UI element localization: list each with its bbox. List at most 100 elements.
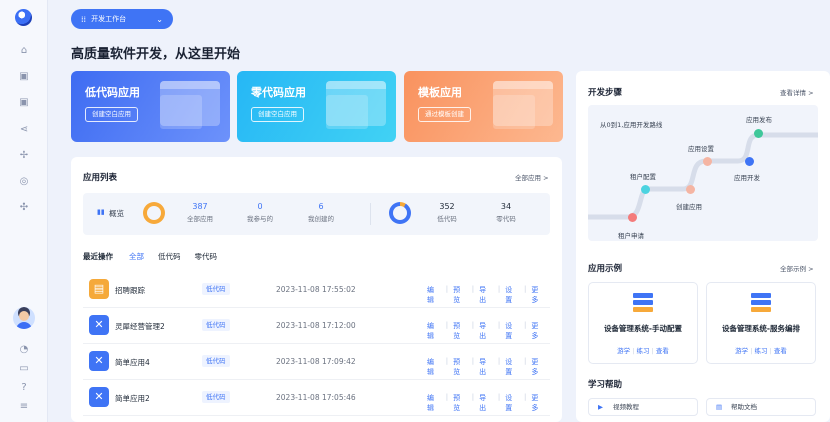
collapse-icon[interactable]: ≡ [18, 401, 30, 413]
video-tutorial-link[interactable]: ▶ 视频教程 [588, 398, 698, 416]
type-tag: 低代码 [202, 391, 230, 403]
card-title: 模板应用 [418, 86, 462, 99]
settings-link[interactable]: 设置 [505, 357, 518, 377]
overview-label: 概览 [109, 209, 124, 218]
step-node[interactable] [628, 213, 637, 222]
plugin-icon[interactable]: ✢ [18, 150, 30, 162]
examples-title: 应用示例 [588, 264, 623, 274]
recent-label: 最近操作 [83, 252, 113, 261]
export-link[interactable]: 导出 [479, 285, 492, 305]
dev-steps-link[interactable]: 查看详情 > [780, 87, 814, 97]
puzzle-illustration [326, 95, 368, 129]
learn-link[interactable]: 游学 [617, 347, 630, 355]
type-ring [389, 202, 411, 224]
practice-link[interactable]: 练习 [755, 347, 768, 355]
row-actions: 编辑 | 预览 | 导出 | 设置 | 更多 [427, 285, 550, 305]
step-node[interactable] [703, 157, 712, 166]
workspace-switcher[interactable]: ⁞⁞ 开发工作台 ⌄ [71, 9, 173, 29]
export-link[interactable]: 导出 [479, 321, 492, 341]
preview-link[interactable]: 预览 [453, 321, 466, 341]
app-name[interactable]: 招聘跟踪 [115, 285, 145, 296]
example-card[interactable]: 设备管理系统-手动配置 游学 | 练习 | 查看 [588, 282, 698, 364]
tab-lowcode[interactable]: 低代码 [158, 251, 181, 262]
create-nocode-button[interactable]: 创建空白应用 [251, 107, 304, 122]
row-actions: 编辑 | 预览 | 导出 | 设置 | 更多 [427, 357, 550, 377]
dev-steps-diagram: 从0到1,应用开发路线 租户申请 租户配置 创建应用 应用设置 应用开发 应用发… [588, 105, 818, 241]
tab-nocode[interactable]: 零代码 [195, 251, 218, 262]
example-links: 游学 | 练习 | 查看 [617, 347, 669, 355]
step-label: 应用开发 [734, 174, 760, 182]
grid-icon: ⁞⁞ [81, 14, 87, 24]
edit-link[interactable]: 编辑 [427, 357, 440, 377]
step-node[interactable] [754, 129, 763, 138]
template-card[interactable]: 模板应用 通过模板创建 [404, 71, 563, 142]
avatar[interactable] [13, 307, 35, 329]
help-icon[interactable]: ? [18, 382, 30, 394]
updated-time: 2023-11-08 17:55:02 [276, 285, 356, 294]
app-list-title: 应用列表 [83, 173, 118, 183]
card-title: 低代码应用 [85, 86, 140, 99]
preview-link[interactable]: 预览 [453, 285, 466, 305]
tab-all[interactable]: 全部 [129, 251, 144, 262]
export-link[interactable]: 导出 [479, 357, 492, 377]
step-label: 租户申请 [618, 232, 644, 240]
updated-time: 2023-11-08 17:12:00 [276, 321, 356, 330]
example-card[interactable]: 设备管理系统-服务编排 游学 | 练习 | 查看 [706, 282, 816, 364]
settings-link[interactable]: 设置 [505, 393, 518, 413]
help-docs-link[interactable]: ▤ 帮助文档 [706, 398, 816, 416]
app-name[interactable]: 灵犀经营管理2 [115, 321, 165, 332]
bell-icon[interactable]: ◔ [18, 344, 30, 356]
settings-link[interactable]: 设置 [505, 285, 518, 305]
create-lowcode-button[interactable]: 创建空白应用 [85, 107, 138, 122]
stat-nocode: 34 零代码 [496, 202, 516, 223]
export-link[interactable]: 导出 [479, 393, 492, 413]
table-row[interactable]: ✕ 简单应用2 低代码 2023-11-08 17:05:46 编辑 | 预览 | … [83, 380, 550, 416]
settings-link[interactable]: 设置 [505, 321, 518, 341]
table-row[interactable]: ✕ 简单应用4 低代码 2023-11-08 17:09:42 编辑 | 预览 | … [83, 344, 550, 380]
step-label: 应用发布 [746, 116, 772, 124]
more-link[interactable]: 更多 [531, 321, 544, 341]
practice-link[interactable]: 练习 [637, 347, 650, 355]
step-label: 租户配置 [630, 173, 656, 181]
step-node[interactable] [686, 185, 695, 194]
create-from-template-button[interactable]: 通过模板创建 [418, 107, 471, 122]
user-badge-icon[interactable]: ◎ [18, 176, 30, 188]
updated-time: 2023-11-08 17:05:46 [276, 393, 356, 402]
sidebar: ⌂ ▣ ▣ ⋖ ✢ ◎ ✣ ◔ ▭ ? ≡ [0, 0, 48, 422]
home-icon[interactable]: ⌂ [18, 45, 30, 57]
more-link[interactable]: 更多 [531, 285, 544, 305]
edit-link[interactable]: 编辑 [427, 285, 440, 305]
app-name[interactable]: 简单应用4 [115, 357, 150, 368]
preview-link[interactable]: 预览 [453, 393, 466, 413]
app-icon: ✕ [89, 315, 109, 335]
examples-link[interactable]: 全部示例 > [780, 263, 814, 273]
example-name: 设备管理系统-服务编排 [721, 324, 801, 333]
more-link[interactable]: 更多 [531, 357, 544, 377]
step-node[interactable] [641, 185, 650, 194]
image-icon[interactable]: ▣ [18, 71, 30, 83]
all-apps-link[interactable]: 全部应用 > [515, 172, 549, 182]
window-illustration [160, 95, 202, 129]
apps-icon[interactable]: ✣ [18, 202, 30, 214]
preview-link[interactable]: 预览 [453, 357, 466, 377]
app-logo[interactable] [15, 9, 32, 26]
learn-link[interactable]: 游学 [735, 347, 748, 355]
edit-link[interactable]: 编辑 [427, 321, 440, 341]
message-icon[interactable]: ▭ [18, 363, 30, 375]
more-link[interactable]: 更多 [531, 393, 544, 413]
edit-link[interactable]: 编辑 [427, 393, 440, 413]
view-link[interactable]: 查看 [774, 347, 787, 355]
app-name[interactable]: 简单应用2 [115, 393, 150, 404]
view-link[interactable]: 查看 [656, 347, 669, 355]
card-title: 零代码应用 [251, 86, 306, 99]
gallery-icon[interactable]: ▣ [18, 97, 30, 109]
step-node[interactable] [745, 157, 754, 166]
share-icon[interactable]: ⋖ [18, 124, 30, 136]
lowcode-card[interactable]: 低代码应用 创建空白应用 [71, 71, 230, 142]
nocode-card[interactable]: 零代码应用 创建空白应用 [237, 71, 396, 142]
table-row[interactable]: ▤ 招聘跟踪 低代码 2023-11-08 17:55:02 编辑 | 预览 | 导… [83, 272, 550, 308]
example-name: 设备管理系统-手动配置 [603, 324, 683, 333]
video-icon: ▶ [598, 403, 603, 411]
table-row[interactable]: ✕ 灵犀经营管理2 低代码 2023-11-08 17:12:00 编辑 | 预览… [83, 308, 550, 344]
server-icon [751, 293, 771, 315]
